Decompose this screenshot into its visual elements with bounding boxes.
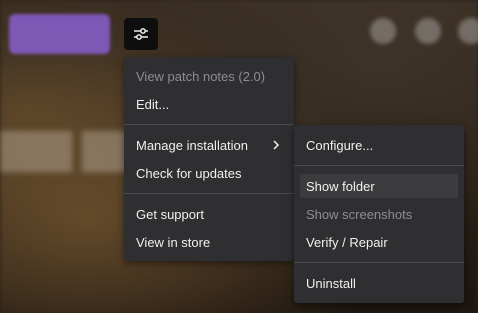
menu-item-label: View patch notes (2.0) [136,68,266,84]
submenu-item-uninstall[interactable]: Uninstall [294,271,464,295]
menu-item-label: Check for updates [136,165,242,181]
submenu-item-show-folder[interactable]: Show folder [300,174,458,198]
menu-item-label: Manage installation [136,137,249,153]
menu-item-label: Configure... [306,137,374,153]
menu-item-label: Show folder [306,178,375,194]
menu-item-label: Show screenshots [306,206,413,222]
submenu-item-configure[interactable]: Configure... [294,133,464,157]
menu-divider [124,124,294,125]
menu-item-label: Verify / Repair [306,234,388,250]
menu-item-edit[interactable]: Edit... [124,92,294,116]
blurred-icon [415,18,441,44]
menu-item-view-in-store[interactable]: View in store [124,230,294,254]
menu-item-label: Get support [136,206,204,222]
game-options-menu: View patch notes (2.0) Edit... Manage in… [124,57,294,261]
menu-item-get-support[interactable]: Get support [124,202,294,226]
menu-divider [124,193,294,194]
menu-divider [294,165,464,166]
menu-item-label: Edit... [136,96,170,112]
menu-item-view-patch-notes: View patch notes (2.0) [124,64,294,88]
manage-installation-submenu: Configure... Show folder Show screenshot… [294,125,464,303]
blurred-icon [370,18,396,44]
menu-divider [294,262,464,263]
menu-item-manage-installation[interactable]: Manage installation [124,133,294,157]
menu-item-label: Uninstall [306,275,356,291]
menu-item-check-for-updates[interactable]: Check for updates [124,161,294,185]
menu-item-label: View in store [136,234,211,250]
play-button[interactable] [9,14,110,54]
submenu-item-verify-repair[interactable]: Verify / Repair [294,230,464,254]
sliders-icon [134,28,148,40]
submenu-item-show-screenshots: Show screenshots [294,202,464,226]
chevron-right-icon [273,140,280,150]
blurred-icon [458,18,478,44]
settings-button[interactable] [124,18,158,50]
